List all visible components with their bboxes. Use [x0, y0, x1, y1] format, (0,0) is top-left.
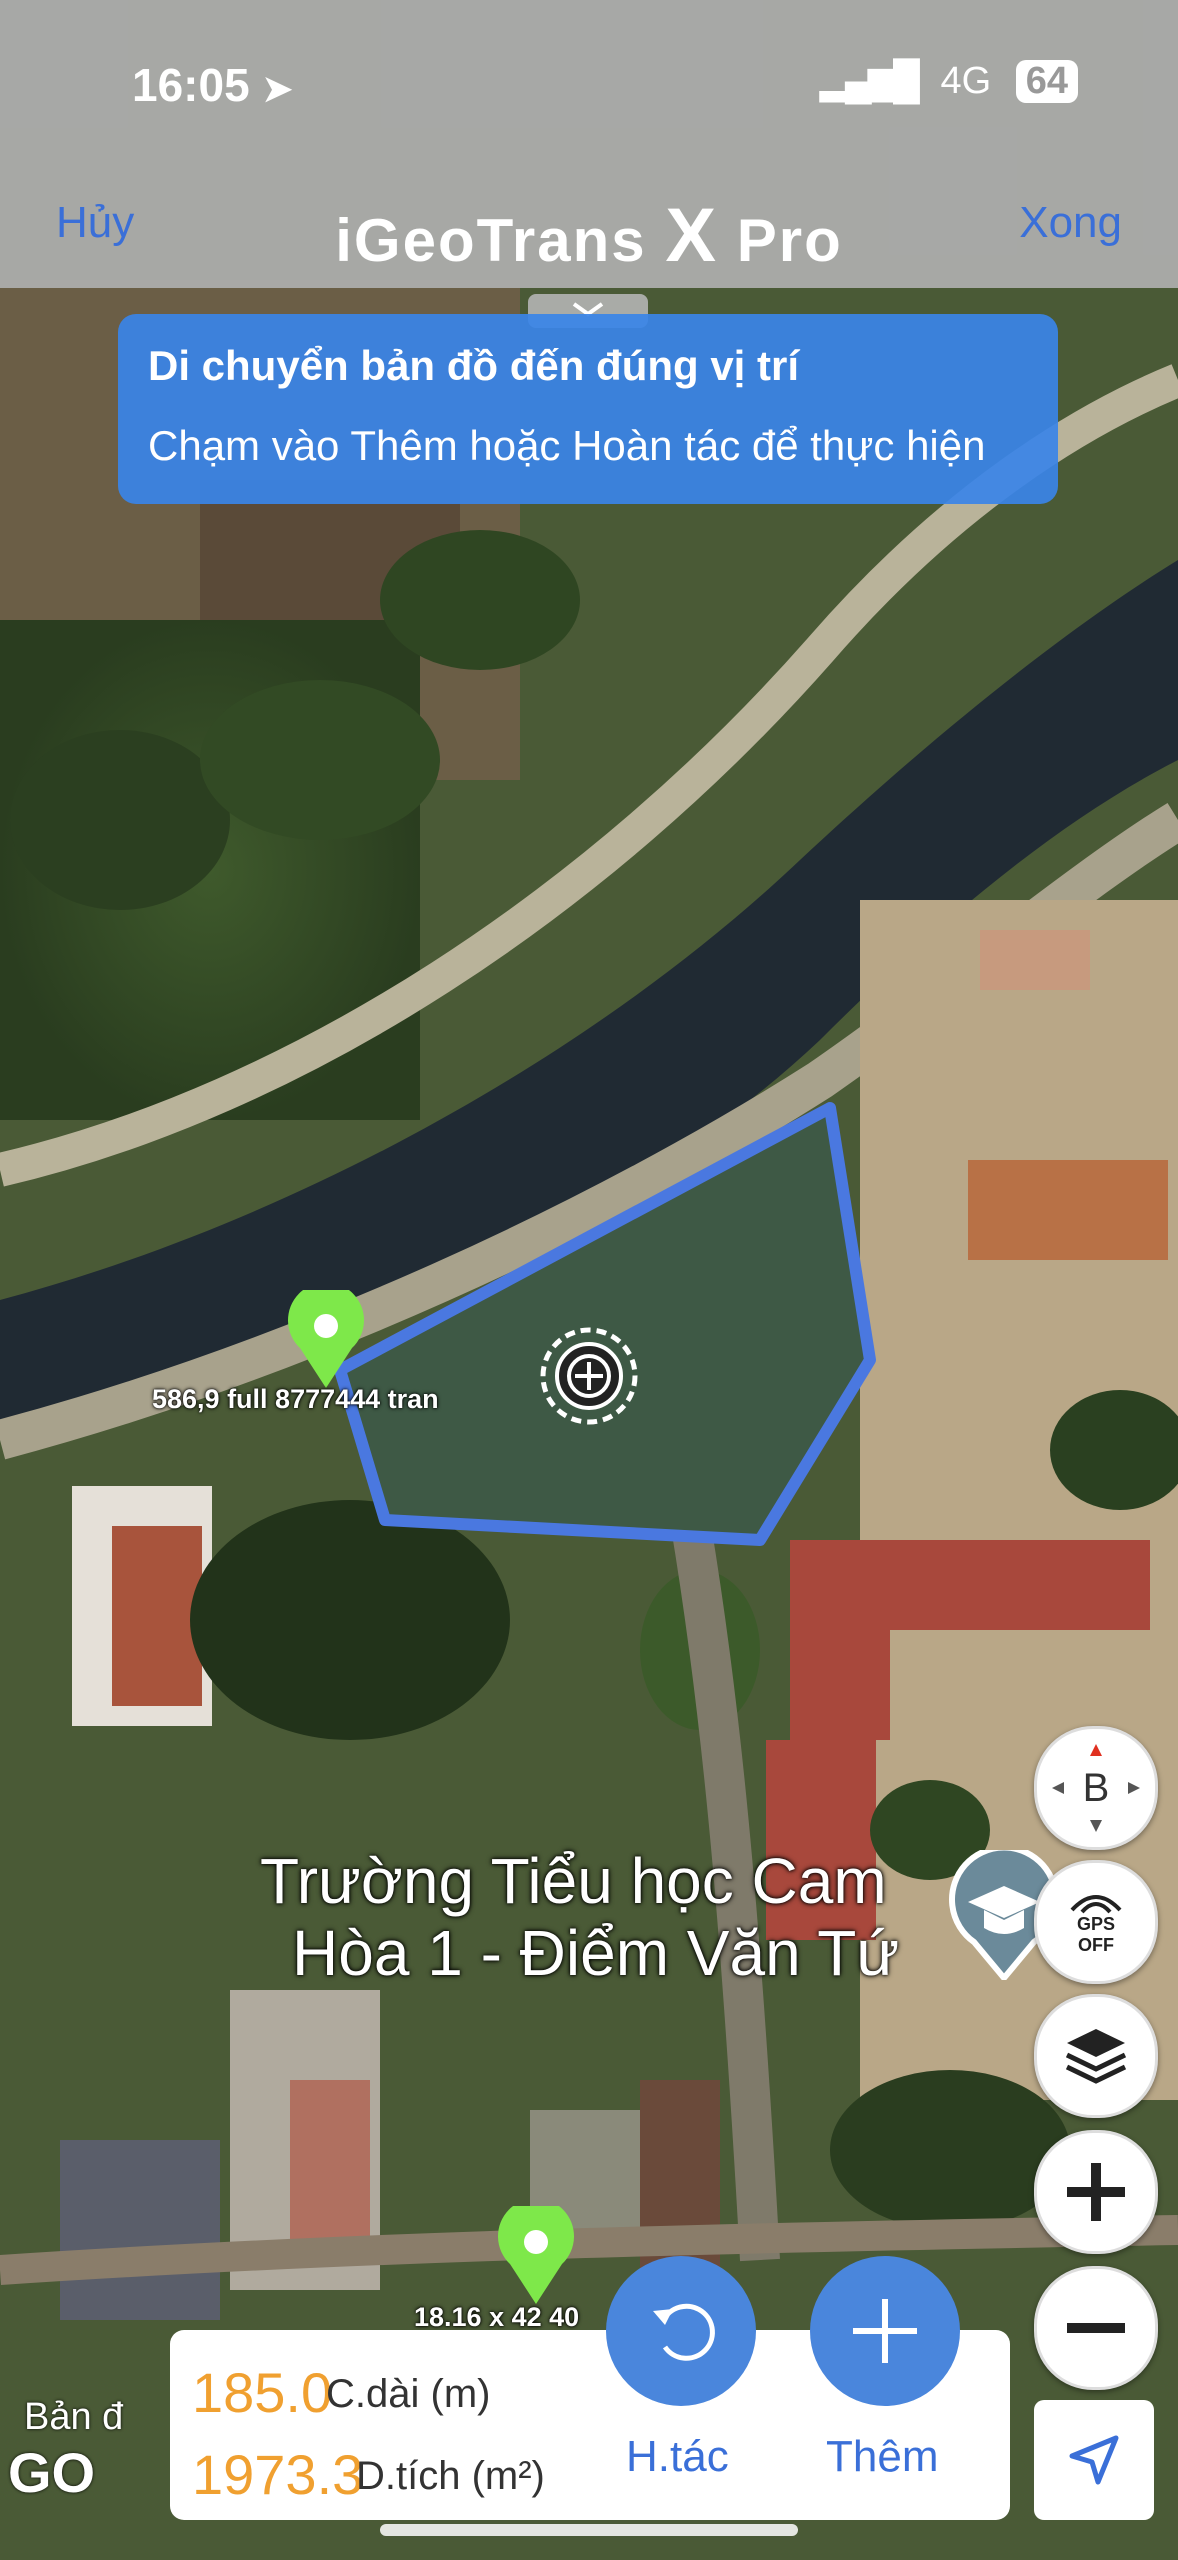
gps-signal-icon	[1070, 1895, 1122, 1914]
top-bar: 16:05 ➤ ▂▄▆█ 4G 64 Hủy iGeoTrans X Pro X…	[0, 0, 1178, 288]
pin-label: 18.16 x 42 40	[414, 2302, 580, 2332]
done-button[interactable]: Xong	[1019, 198, 1122, 248]
add-button[interactable]	[810, 2256, 960, 2406]
undo-button[interactable]	[606, 2256, 756, 2406]
crosshair-icon	[540, 1327, 638, 1425]
status-time: 16:05 ➤	[132, 59, 293, 111]
app-title: iGeoTrans X Pro	[335, 193, 843, 278]
navigation-arrow-icon	[1069, 2435, 1119, 2485]
banner-title: Di chuyển bản đồ đến đúng vị trí	[148, 342, 800, 389]
poi-label: Trường Tiểu học Cam Hòa 1 - Điểm Văn Tứ	[260, 1845, 899, 1989]
area-unit: D.tích (m²)	[356, 2454, 545, 2498]
length-unit: C.dài (m)	[326, 2372, 491, 2416]
gps-status: OFF	[1078, 1935, 1114, 1955]
battery-icon: 64	[1015, 60, 1078, 103]
plus-icon	[1067, 2163, 1125, 2221]
gps-toggle-button[interactable]: GPS OFF	[1034, 1860, 1158, 1984]
signal-icon: ▂▄▆█	[819, 60, 920, 102]
layers-button[interactable]	[1034, 1994, 1158, 2118]
area-value: 1973.3	[192, 2443, 364, 2506]
map-pin-icon[interactable]	[286, 1290, 366, 1390]
poi-name-line2: Hòa 1 - Điểm Văn Tứ	[292, 1917, 900, 1989]
undo-icon	[653, 2303, 715, 2361]
pin-label: 586,9 full 8777444 tran	[152, 1384, 439, 1414]
zoom-out-button[interactable]	[1034, 2266, 1158, 2390]
length-value: 185.0	[192, 2361, 333, 2424]
zoom-in-button[interactable]	[1034, 2130, 1158, 2254]
compass-icon	[1052, 1744, 1140, 1832]
map-pin-icon[interactable]	[496, 2206, 576, 2306]
network-label: 4G	[940, 60, 992, 102]
location-arrow-icon: ➤	[262, 68, 293, 109]
banner-subtitle: Chạm vào Thêm hoặc Hoàn tác để thực hiện	[148, 422, 986, 469]
plus-icon	[853, 2299, 917, 2363]
go-attribution: GO	[8, 2441, 96, 2504]
undo-label[interactable]: H.tác	[626, 2432, 729, 2482]
poi-name-line1: Trường Tiểu học Cam	[260, 1845, 887, 1917]
layers-icon	[1065, 2029, 1127, 2084]
home-indicator	[380, 2524, 798, 2536]
gps-label: GPS	[1076, 1914, 1115, 1934]
compass-button[interactable]: B	[1034, 1726, 1158, 1850]
add-label[interactable]: Thêm	[826, 2432, 938, 2482]
my-location-button[interactable]	[1034, 2400, 1154, 2520]
instruction-banner: Di chuyển bản đồ đến đúng vị trí Chạm và…	[118, 314, 1058, 504]
status-indicators: ▂▄▆█ 4G 64	[820, 58, 1078, 103]
minus-icon	[1067, 2323, 1125, 2333]
maps-attribution[interactable]: Bản đ	[24, 2396, 123, 2439]
